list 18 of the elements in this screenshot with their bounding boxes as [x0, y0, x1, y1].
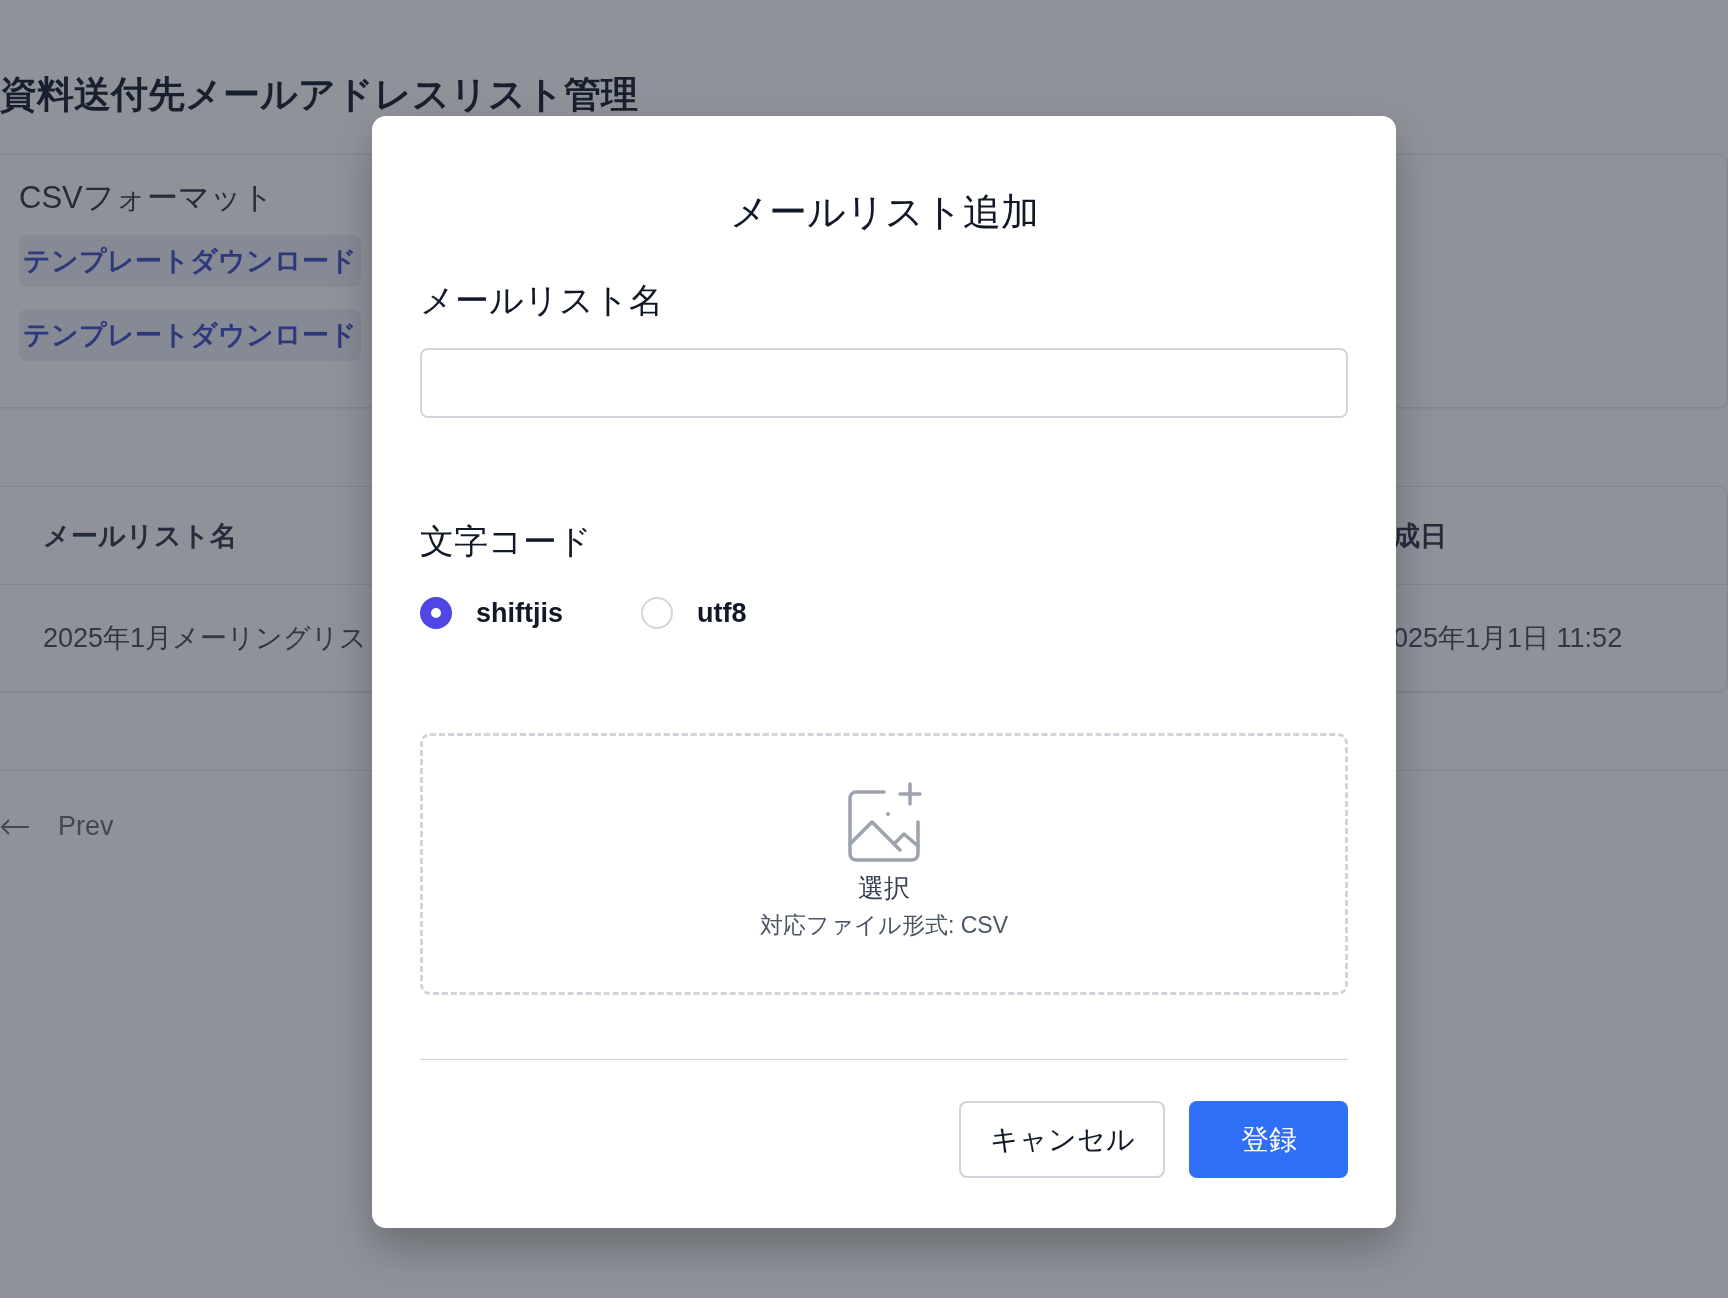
table-cell: 2025年1月メーリングリス: [43, 622, 368, 653]
select-file-text: 選択: [858, 872, 910, 904]
column-header: 成日: [1393, 520, 1447, 551]
input-field[interactable]: [420, 348, 1348, 418]
page-title: 資料送付先メールアドレスリスト管理: [0, 73, 639, 117]
radio-button[interactable]: [420, 597, 452, 629]
section-heading: CSVフォーマット: [19, 179, 274, 217]
left-arrow-icon: [0, 818, 30, 835]
file-dropzone[interactable]: 選択 対応ファイル形式: CSV: [420, 733, 1348, 995]
field-label: メールリスト名: [420, 280, 663, 320]
file-format-hint: 対応ファイル形式: CSV: [759, 911, 1009, 940]
field-label: 文字コード: [420, 521, 592, 561]
radio-label[interactable]: shiftjis: [476, 597, 563, 629]
submit-button[interactable]: 登録: [1189, 1101, 1348, 1178]
column-header: メールリスト名: [43, 520, 237, 551]
radio-label[interactable]: utf8: [697, 597, 747, 629]
modal-title: メールリスト追加: [729, 190, 1039, 234]
cancel-button[interactable]: キャンセル: [959, 1101, 1165, 1178]
